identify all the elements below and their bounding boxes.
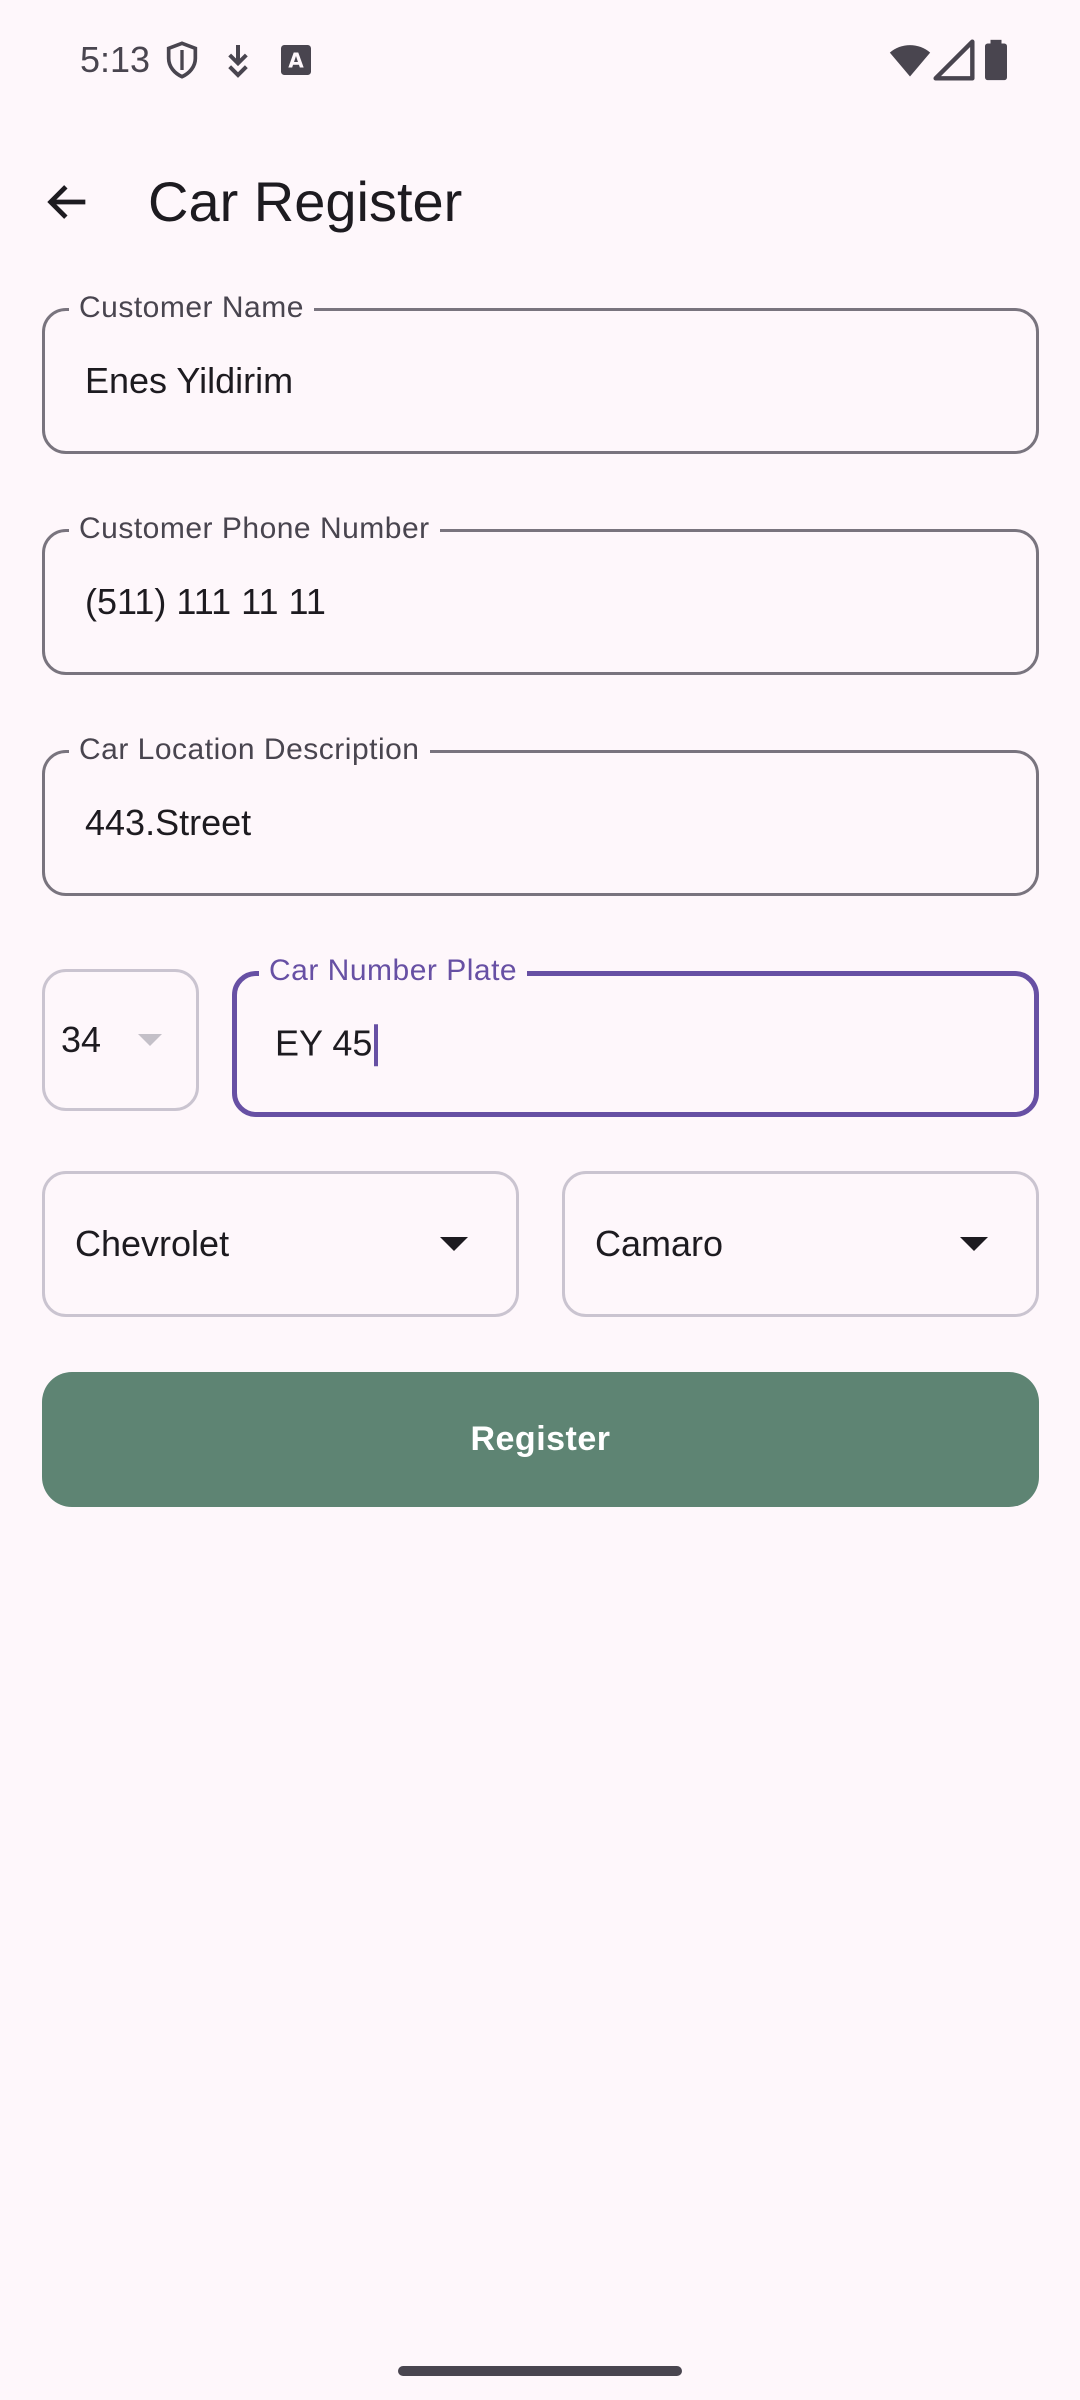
back-button[interactable] xyxy=(34,168,102,236)
cellular-signal-icon xyxy=(933,39,975,81)
customer-phone-value: (511) 111 11 11 xyxy=(85,581,326,622)
dropdown-arrow-icon xyxy=(440,1237,468,1251)
top-app-bar: Car Register xyxy=(0,150,1080,254)
home-indicator[interactable] xyxy=(398,2366,682,2376)
model-value: Camaro xyxy=(595,1223,724,1264)
brand-value: Chevrolet xyxy=(75,1223,230,1264)
customer-name-field[interactable]: Customer Name Enes Yildirim xyxy=(42,289,1039,454)
car-plate-text: EY 45 xyxy=(275,1022,373,1064)
status-time: 5:13 xyxy=(80,39,151,80)
arrow-back-icon xyxy=(47,185,86,219)
car-plate-label: Car Number Plate xyxy=(259,952,528,990)
register-button-label: Register xyxy=(470,1420,611,1458)
car-plate-value: EY 45 xyxy=(275,1021,379,1067)
chevron-down-icon xyxy=(138,1034,162,1046)
status-bar: 5:13 A xyxy=(0,0,1080,120)
text-a-icon: A xyxy=(281,45,311,75)
customer-phone-field[interactable]: Customer Phone Number (511) 111 11 11 xyxy=(42,510,1039,675)
customer-name-value: Enes Yildirim xyxy=(85,360,294,401)
brand-dropdown[interactable]: Chevrolet xyxy=(42,1171,519,1317)
car-location-label: Car Location Description xyxy=(69,731,430,769)
wifi-icon xyxy=(889,45,931,77)
register-button[interactable]: Register xyxy=(42,1372,1039,1507)
model-dropdown[interactable]: Camaro xyxy=(562,1171,1039,1317)
customer-phone-label: Customer Phone Number xyxy=(69,510,440,548)
shield-icon xyxy=(166,41,198,79)
svg-text:A: A xyxy=(288,49,304,73)
download-icon xyxy=(228,45,248,78)
plate-region-dropdown[interactable]: 34 xyxy=(42,969,199,1111)
car-location-field[interactable]: Car Location Description 443.Street xyxy=(42,731,1039,896)
page-title: Car Register xyxy=(148,170,463,233)
text-cursor xyxy=(374,1024,379,1067)
battery-icon xyxy=(985,39,1007,81)
car-plate-field[interactable]: Car Number Plate EY 45 xyxy=(232,952,1039,1117)
customer-name-label: Customer Name xyxy=(69,289,314,327)
car-location-value: 443.Street xyxy=(85,802,252,843)
dropdown-arrow-icon xyxy=(960,1237,988,1251)
plate-region-value: 34 xyxy=(61,1019,102,1060)
